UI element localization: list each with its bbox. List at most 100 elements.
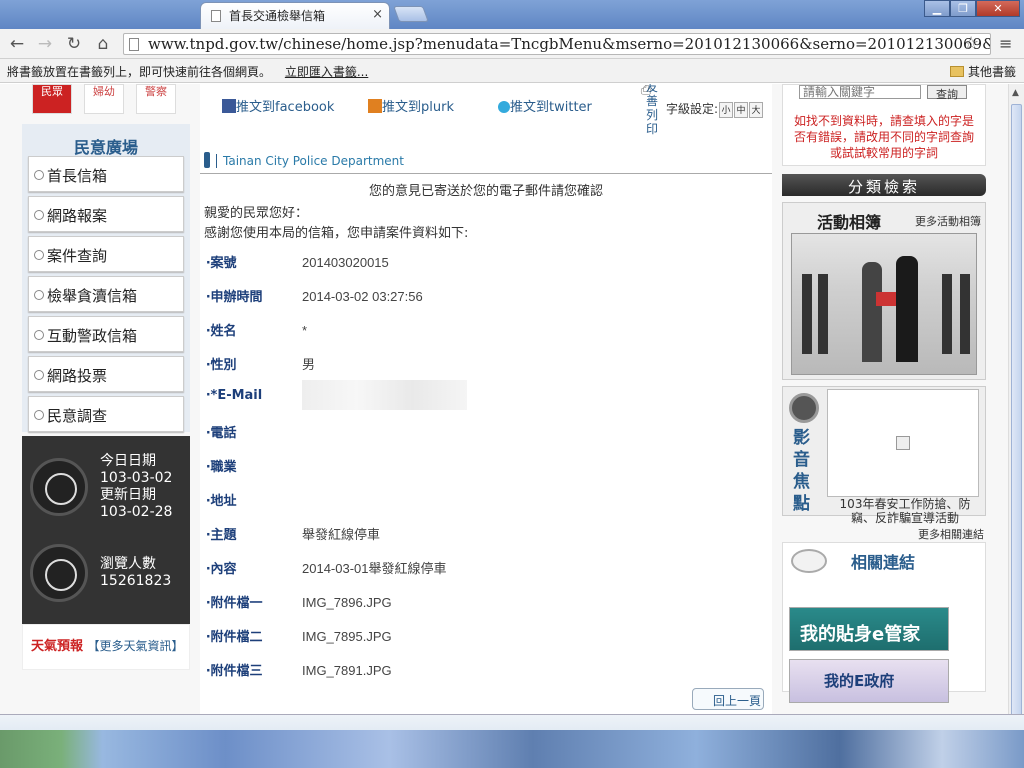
links-more-link[interactable]: 更多相關連結 <box>782 526 986 542</box>
import-bookmarks-link[interactable]: 立即匯入書籤... <box>285 65 368 79</box>
field-label: ‧地址 <box>206 494 237 509</box>
blurred-email <box>302 380 467 410</box>
bookmarks-bar: 將書籤放置在書籤列上，即可快速前往各個網頁。 立即匯入書籤... 其他書籤 <box>0 59 1024 83</box>
banner-e-gov[interactable]: 我的E政府 <box>789 659 949 703</box>
address-bar[interactable]: www.tnpd.gov.tw/chinese/home.jsp?menudat… <box>123 33 991 55</box>
print-link[interactable]: ⎙ 友善列印 <box>628 84 664 136</box>
restore-icon[interactable]: ❐ <box>950 0 976 17</box>
top-icons: 民眾 婦幼 警察 <box>22 84 190 114</box>
url-text: www.tnpd.gov.tw/chinese/home.jsp?menudat… <box>148 35 990 53</box>
field-label: ‧案號 <box>206 256 237 271</box>
update-value: 103-02-28 <box>100 504 173 520</box>
women-children-icon[interactable]: 婦幼 <box>84 84 124 114</box>
film-icon <box>30 544 88 602</box>
category-search[interactable]: 分類檢索 <box>782 174 986 196</box>
font-medium-button[interactable]: 中 <box>734 102 749 118</box>
field-value: 舉發紅線停車 <box>302 527 381 542</box>
banner-e-butler[interactable]: 我的貼身e管家 <box>789 607 949 651</box>
dept-bar: Tainan City Police Department <box>200 148 772 174</box>
page-icon <box>211 10 221 22</box>
tab-bar: 首長交通檢舉信箱 × ▁ ❐ ✕ <box>0 0 1024 29</box>
visits-value: 15261823 <box>100 573 172 589</box>
scroll-up-icon[interactable]: ▲ <box>1012 88 1019 98</box>
activity-photo[interactable] <box>791 233 977 375</box>
police-icon[interactable]: 警察 <box>136 84 176 114</box>
field-label: ‧職業 <box>206 460 237 475</box>
weather-more-link[interactable]: 【更多天氣資訊】 <box>88 639 184 653</box>
facebook-icon <box>222 99 236 113</box>
weather-box: 天氣預報 【更多天氣資訊】 <box>22 624 190 670</box>
sidebar-item-mayor-mailbox[interactable]: 首長信箱 <box>28 156 184 192</box>
print-label: 友善列印 <box>646 84 659 136</box>
page-viewport: 民眾 婦幼 警察 民意廣場 首長信箱 網路報案 案件查詢 檢舉貪瀆信箱 互動警政… <box>0 84 1008 714</box>
field-value: 2014-03-02 03:27:56 <box>302 289 423 304</box>
home-icon[interactable]: ⌂ <box>92 34 114 54</box>
back-arrow-icon[interactable]: ← <box>6 34 28 54</box>
share-plurk[interactable]: 推文到plurk <box>368 96 454 115</box>
search-button[interactable]: 查詢 <box>927 85 967 101</box>
bookmark-prompt: 將書籤放置在書籤列上，即可快速前往各個網頁。 <box>7 65 272 79</box>
field-occupation: ‧職業 <box>206 456 302 475</box>
video-caption[interactable]: 103年春安工作防搶、防竊、反詐騙宣導活動 <box>831 497 979 525</box>
plurk-icon <box>368 99 382 113</box>
new-tab-button[interactable] <box>393 6 429 22</box>
search-box: 查詢 如找不到資料時，請查填入的字是否有錯誤，請改用不同的字詞查詢或試試較常用的… <box>782 84 986 166</box>
video-frame[interactable] <box>827 389 979 497</box>
taskbar-strip <box>0 730 1024 768</box>
share-twitter[interactable]: 推文到twitter <box>498 96 592 115</box>
activity-title: 活動相簿 <box>817 213 882 232</box>
sidebar-item-case-query[interactable]: 案件查詢 <box>28 236 184 272</box>
font-large-button[interactable]: 大 <box>749 102 764 118</box>
forward-arrow-icon[interactable]: → <box>34 34 56 54</box>
browser-tab[interactable]: 首長交通檢舉信箱 × <box>200 2 390 29</box>
clock-icon <box>30 458 88 516</box>
window-close-icon[interactable]: ✕ <box>976 0 1020 17</box>
menu-icon[interactable]: ≡ <box>999 34 1012 53</box>
close-tab-icon[interactable]: × <box>372 7 383 22</box>
other-bookmarks[interactable]: 其他書籤 <box>949 63 1016 80</box>
field-value: 2014-03-01舉發紅線停車 <box>302 561 447 576</box>
font-small-button[interactable]: 小 <box>719 102 734 118</box>
search-input[interactable] <box>799 85 921 99</box>
reload-icon[interactable]: ↻ <box>63 34 85 54</box>
field-label: ‧*E-Mail <box>206 387 263 403</box>
left-sidebar: 民眾 婦幼 警察 民意廣場 首長信箱 網路報案 案件查詢 檢舉貪瀆信箱 互動警政… <box>22 84 190 670</box>
scrollbar[interactable]: ▲ <box>1008 84 1024 721</box>
today-label: 今日日期 <box>100 453 156 469</box>
folder-icon <box>949 66 964 77</box>
sidebar-item-online-report[interactable]: 網路報案 <box>28 196 184 232</box>
browser-toolbar: ← → ↻ ⌂ www.tnpd.gov.tw/chinese/home.jsp… <box>0 29 1024 59</box>
sidebar-item-survey[interactable]: 民意調查 <box>28 396 184 432</box>
sidebar-item-corruption-report[interactable]: 檢舉貪瀆信箱 <box>28 276 184 312</box>
minimize-icon[interactable]: ▁ <box>924 0 950 17</box>
citizen-icon[interactable]: 民眾 <box>32 84 72 114</box>
links-title: 相關連結 <box>851 553 916 572</box>
field-label: ‧附件檔二 <box>206 630 263 645</box>
sidebar-item-police-mailbox[interactable]: 互動警政信箱 <box>28 316 184 352</box>
notice-text: 您的意見已寄送於您的電子郵件請您確認 <box>368 184 603 199</box>
field-value: 201403020015 <box>302 255 389 270</box>
font-size-control: 字級設定: 小中大 <box>666 100 764 118</box>
sidebar-item-online-vote[interactable]: 網路投票 <box>28 356 184 392</box>
bookmark-star-icon[interactable]: ☆ <box>963 33 979 54</box>
field-case-no: ‧案號 201403020015 <box>206 252 389 271</box>
video-title: 影音焦點 <box>793 428 810 514</box>
field-address: ‧地址 <box>206 490 302 509</box>
activity-album: 活動相簿 更多活動相簿 <box>782 202 986 380</box>
field-gender: ‧性別 男 <box>206 354 315 373</box>
info-box: 今日日期 103-03-02 更新日期 103-02-28 瀏覽人數 15261… <box>22 436 190 624</box>
field-attachment-3: ‧附件檔三 IMG_7891.JPG <box>206 660 392 679</box>
right-sidebar: 查詢 如找不到資料時，請查填入的字是否有錯誤，請改用不同的字詞查詢或試試較常用的… <box>782 84 986 703</box>
field-label: ‧電話 <box>206 426 237 441</box>
other-bookmarks-label: 其他書籤 <box>967 65 1016 79</box>
field-phone: ‧電話 <box>206 422 302 441</box>
field-attachment-2: ‧附件檔二 IMG_7895.JPG <box>206 626 392 645</box>
broken-image-icon <box>896 436 910 450</box>
taskbar <box>0 714 1024 768</box>
back-button[interactable]: 回上一頁 <box>692 688 764 710</box>
main-content: 推文到facebook 推文到plurk 推文到twitter ⎙ 友善列印 字… <box>200 84 772 714</box>
share-facebook[interactable]: 推文到facebook <box>222 96 334 115</box>
scrollbar-thumb[interactable] <box>1011 104 1022 721</box>
activity-more-link[interactable]: 更多活動相簿 <box>915 213 981 229</box>
share-plurk-label: 推文到plurk <box>382 100 454 115</box>
